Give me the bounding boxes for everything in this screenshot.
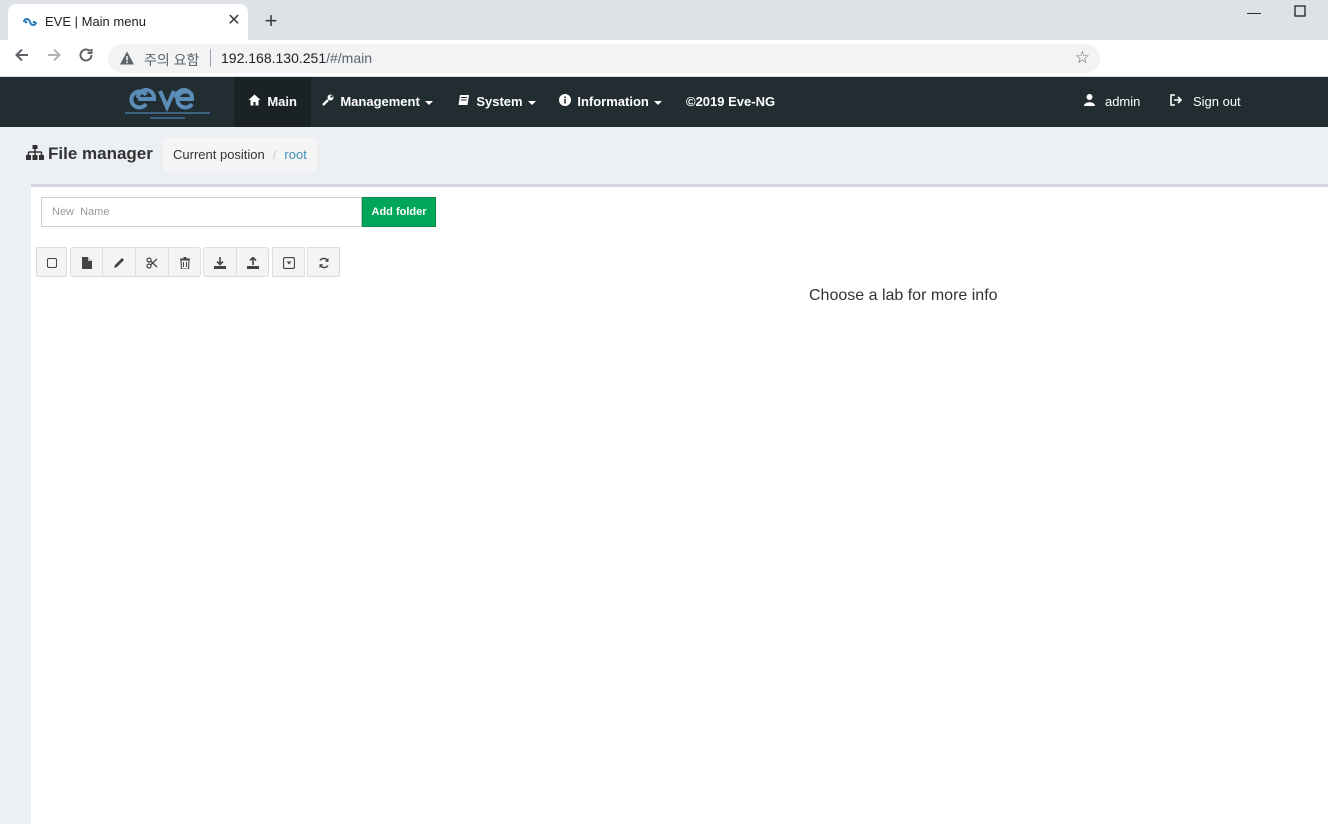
chevron-down-icon — [653, 100, 662, 105]
breadcrumb: Current position / root — [163, 138, 317, 172]
nav-system-label: System — [476, 94, 523, 109]
breadcrumb-root-link[interactable]: root — [284, 147, 306, 162]
refresh-icon — [318, 257, 329, 269]
security-status[interactable]: 주의 요함 — [144, 50, 199, 70]
eve-favicon-icon — [23, 18, 37, 26]
nav-management-label: Management — [340, 94, 420, 109]
nav-user[interactable]: admin — [1070, 77, 1154, 127]
back-button[interactable] — [10, 46, 34, 70]
username-label: admin — [1104, 94, 1141, 109]
new-file-icon — [81, 256, 92, 269]
home-icon — [248, 94, 264, 109]
copyright-label: ©2019 Eve-NG — [686, 94, 776, 109]
signout-link[interactable]: Sign out — [1156, 77, 1255, 127]
edit-icon — [114, 257, 124, 268]
book-icon — [458, 95, 473, 109]
download-button[interactable] — [203, 247, 237, 277]
upload-icon — [246, 256, 259, 269]
add-folder-button[interactable]: Add folder — [362, 197, 436, 227]
select-all-button[interactable] — [36, 247, 67, 277]
maximize-window-button[interactable] — [1290, 4, 1310, 22]
breadcrumb-divider: / — [272, 147, 277, 162]
edit-button[interactable] — [102, 247, 136, 277]
bookmark-star-icon[interactable]: ☆ — [1075, 48, 1090, 68]
forward-button[interactable] — [42, 46, 66, 70]
content-left-gutter — [0, 184, 31, 824]
wrench-icon — [322, 94, 337, 109]
lab-info-message: Choose a lab for more info — [809, 287, 998, 304]
file-manager-panel — [31, 184, 1328, 824]
signout-label: Sign out — [1192, 94, 1241, 109]
nav-information-label: Information — [577, 94, 649, 109]
url-text[interactable]: 192.168.130.251/#/main — [221, 50, 372, 66]
new-name-input[interactable] — [41, 197, 362, 227]
page-title-text: File manager — [48, 144, 153, 163]
upload-button[interactable] — [236, 247, 269, 277]
page-title: File manager — [26, 144, 153, 164]
reload-button[interactable] — [74, 46, 98, 70]
browser-toolbar: 주의 요함 192.168.130.251/#/main ☆ G EX 영일 — [0, 40, 1328, 110]
nav-main[interactable]: Main — [234, 77, 311, 127]
delete-button[interactable] — [168, 247, 201, 277]
signout-icon — [1170, 94, 1186, 109]
nav-management[interactable]: Management — [308, 77, 447, 127]
info-icon — [559, 94, 574, 109]
import-button[interactable] — [272, 247, 305, 277]
chevron-down-icon — [424, 100, 433, 105]
user-icon — [1084, 94, 1098, 109]
download-icon — [214, 256, 226, 269]
nav-main-label: Main — [267, 94, 297, 109]
url-path: /#/main — [326, 50, 373, 66]
url-host: 192.168.130.251 — [221, 50, 327, 66]
nav-information[interactable]: Information — [545, 77, 676, 127]
app-navbar: Main Management System Information ©2019… — [0, 77, 1328, 127]
refresh-button[interactable] — [307, 247, 340, 277]
minimize-window-button[interactable]: — — [1244, 4, 1264, 22]
close-tab-icon[interactable]: ✕ — [226, 11, 242, 31]
browser-tab[interactable]: EVE | Main menu ✕ — [8, 4, 248, 40]
address-separator — [210, 49, 211, 67]
new-file-button[interactable] — [70, 247, 103, 277]
cut-button[interactable] — [135, 247, 169, 277]
nav-copyright[interactable]: ©2019 Eve-NG — [672, 77, 789, 127]
select-all-icon — [46, 257, 57, 268]
warning-icon[interactable] — [119, 50, 135, 66]
eve-logo[interactable] — [120, 81, 215, 123]
chevron-down-icon — [527, 100, 536, 105]
nav-system[interactable]: System — [444, 77, 550, 127]
tab-title: EVE | Main menu — [45, 14, 146, 29]
sitemap-icon — [26, 145, 44, 160]
breadcrumb-label: Current position — [173, 147, 265, 162]
address-bar[interactable]: 주의 요함 192.168.130.251/#/main ☆ — [108, 44, 1100, 73]
delete-icon — [179, 256, 190, 270]
import-icon — [282, 256, 295, 269]
new-tab-button[interactable]: + — [260, 8, 282, 34]
cut-icon — [146, 257, 158, 269]
browser-tab-strip: EVE | Main menu ✕ + — — [0, 0, 1328, 40]
